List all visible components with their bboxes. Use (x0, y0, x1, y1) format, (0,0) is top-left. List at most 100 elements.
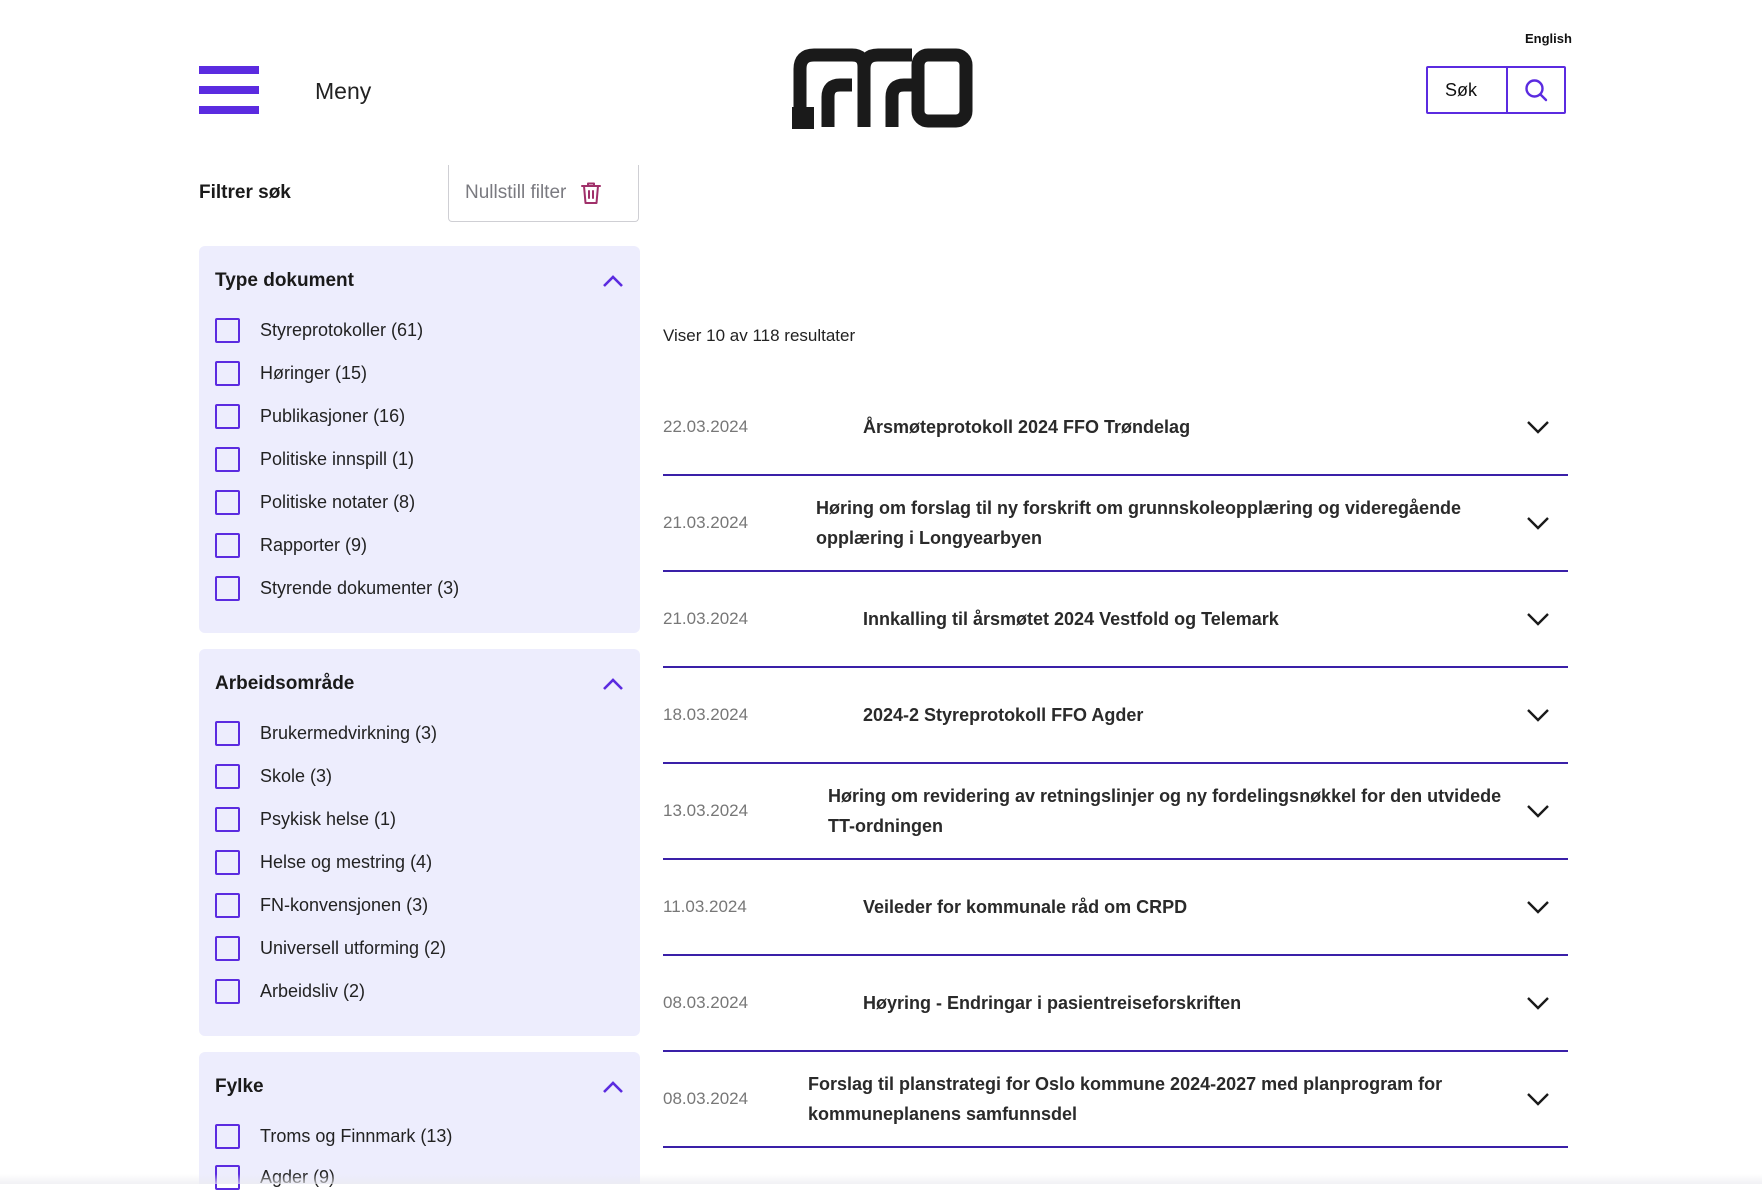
filter-group-header[interactable]: Fylke (215, 1072, 624, 1102)
result-row[interactable]: 13.03.2024 Høring om revidering av retni… (663, 764, 1568, 860)
result-date: 08.03.2024 (663, 993, 749, 1012)
result-date: 18.03.2024 (663, 705, 749, 724)
bottom-edge (0, 1174, 1762, 1184)
checkbox[interactable] (215, 489, 240, 515)
filter-group-title: Arbeidsområde (215, 673, 355, 694)
checkbox[interactable] (215, 575, 240, 601)
result-row[interactable]: 11.03.2024 Veileder for kommunale råd om… (663, 860, 1568, 956)
checkbox[interactable] (215, 806, 240, 832)
result-date: 21.03.2024 (663, 513, 749, 532)
filter-option-label: Høringer (15) (260, 362, 368, 383)
chevron-down-icon (1527, 709, 1549, 722)
result-date: 21.03.2024 (663, 609, 749, 628)
search-icon (1525, 79, 1548, 102)
chevron-up-icon (603, 678, 623, 690)
filter-group-header[interactable]: Arbeidsområde (215, 669, 624, 699)
reset-filter-button[interactable]: Nullstill filter (448, 165, 639, 222)
ffo-logo[interactable] (792, 47, 974, 129)
filter-group-title: Type dokument (215, 270, 354, 291)
checkbox[interactable] (215, 532, 240, 558)
checkbox[interactable] (215, 892, 240, 918)
filter-option-label: Skole (3) (260, 765, 333, 786)
result-date: 13.03.2024 (663, 801, 749, 820)
menu-icon[interactable] (199, 66, 259, 116)
chevron-down-icon (1527, 901, 1549, 914)
result-title: Innkalling til årsmøtet 2024 Vestfold og… (863, 609, 1279, 629)
filter-option[interactable]: Politiske notater (8) (215, 488, 415, 516)
language-link-english[interactable]: English (1525, 31, 1572, 46)
trash-icon (581, 182, 602, 204)
menu-label[interactable]: Meny (315, 78, 371, 105)
filter-option[interactable]: Arbeidsliv (2) (215, 977, 365, 1005)
filter-option-label: Styrende dokumenter (3) (260, 577, 460, 598)
chevron-down-icon (1527, 805, 1549, 818)
reset-filter-label: Nullstill filter (465, 182, 567, 203)
checkbox[interactable] (215, 720, 240, 746)
filter-option-label: Styreprotokoller (61) (260, 319, 424, 340)
filter-option-label: Arbeidsliv (2) (260, 980, 366, 1001)
filter-option[interactable]: Troms og Finnmark (13) (215, 1122, 452, 1150)
filter-option-label: Brukermedvirkning (3) (260, 722, 438, 743)
filter-group-header[interactable]: Type dokument (215, 266, 624, 296)
filter-title: Filtrer søk (199, 182, 291, 203)
filter-option[interactable]: Skole (3) (215, 762, 332, 790)
result-date: 11.03.2024 (663, 897, 747, 916)
chevron-down-icon (1527, 421, 1549, 434)
result-title: 2024-2 Styreprotokoll FFO Agder (863, 705, 1144, 725)
filter-option-label: Psykisk helse (1) (260, 808, 397, 829)
chevron-down-icon (1527, 517, 1549, 530)
chevron-down-icon (1527, 997, 1549, 1010)
chevron-up-icon (603, 275, 623, 287)
filter-option[interactable]: Brukermedvirkning (3) (215, 719, 437, 747)
checkbox[interactable] (215, 849, 240, 875)
checkbox[interactable] (215, 978, 240, 1004)
result-count: Viser 10 av 118 resultater (663, 326, 856, 345)
search-button[interactable] (1508, 68, 1564, 112)
filter-group-fylke: Fylke Troms og Finnmark (13) Agder (9) (199, 1052, 640, 1190)
filter-option-label: Universell utforming (2) (260, 937, 447, 958)
chevron-up-icon (603, 1081, 623, 1093)
filter-group-title: Fylke (215, 1076, 264, 1097)
result-row[interactable]: 18.03.2024 2024-2 Styreprotokoll FFO Agd… (663, 668, 1568, 764)
result-row[interactable]: 08.03.2024 Forslag til planstrategi for … (663, 1052, 1568, 1148)
checkbox[interactable] (215, 360, 240, 386)
filter-option[interactable]: Universell utforming (2) (215, 934, 446, 962)
filter-option[interactable]: Høringer (15) (215, 359, 367, 387)
result-title: Forslag til planstrategi for Oslo kommun… (808, 1074, 1443, 1124)
filter-option-label: Publikasjoner (16) (260, 405, 406, 426)
result-row[interactable]: 22.03.2024 Årsmøteprotokoll 2024 FFO Trø… (663, 380, 1568, 476)
result-row[interactable]: 21.03.2024 Høring om forslag til ny fors… (663, 476, 1568, 572)
filter-option-label: FN-konvensjonen (3) (260, 894, 429, 915)
filter-option-label: Helse og mestring (4) (260, 851, 433, 872)
filter-option-label: Rapporter (9) (260, 534, 368, 555)
filter-option[interactable]: Styrende dokumenter (3) (215, 574, 459, 602)
result-date: 08.03.2024 (663, 1089, 749, 1108)
filter-option-label: Politiske innspill (1) (260, 448, 415, 469)
chevron-down-icon (1527, 613, 1549, 626)
checkbox[interactable] (215, 1123, 240, 1149)
checkbox[interactable] (215, 763, 240, 789)
filter-option[interactable]: Rapporter (9) (215, 531, 367, 559)
filter-option[interactable]: Styreprotokoller (61) (215, 316, 423, 344)
result-title: Årsmøteprotokoll 2024 FFO Trøndelag (863, 417, 1191, 437)
result-title: Høring om revidering av retningslinjer o… (828, 786, 1502, 836)
ffo-logo-graphic (792, 48, 973, 129)
search-input[interactable] (1428, 68, 1508, 112)
checkbox[interactable] (215, 403, 240, 429)
checkbox[interactable] (215, 446, 240, 472)
filter-option-label: Troms og Finnmark (13) (260, 1125, 453, 1146)
filter-option[interactable]: Psykisk helse (1) (215, 805, 396, 833)
result-row[interactable]: 21.03.2024 Innkalling til årsmøtet 2024 … (663, 572, 1568, 668)
filter-group-type-dokument: Type dokument Styreprotokoller (61) Høri… (199, 246, 640, 633)
filter-option[interactable]: FN-konvensjonen (3) (215, 891, 428, 919)
checkbox[interactable] (215, 317, 240, 343)
filter-option[interactable]: Publikasjoner (16) (215, 402, 405, 430)
checkbox[interactable] (215, 935, 240, 961)
result-row[interactable]: 08.03.2024 Høyring - Endringar i pasient… (663, 956, 1568, 1052)
filter-option[interactable]: Politiske innspill (1) (215, 445, 414, 473)
filter-option-label: Politiske notater (8) (260, 491, 416, 512)
search-box (1426, 66, 1566, 114)
filter-option[interactable]: Helse og mestring (4) (215, 848, 432, 876)
result-date: 22.03.2024 (663, 417, 749, 436)
chevron-down-icon (1527, 1093, 1549, 1106)
